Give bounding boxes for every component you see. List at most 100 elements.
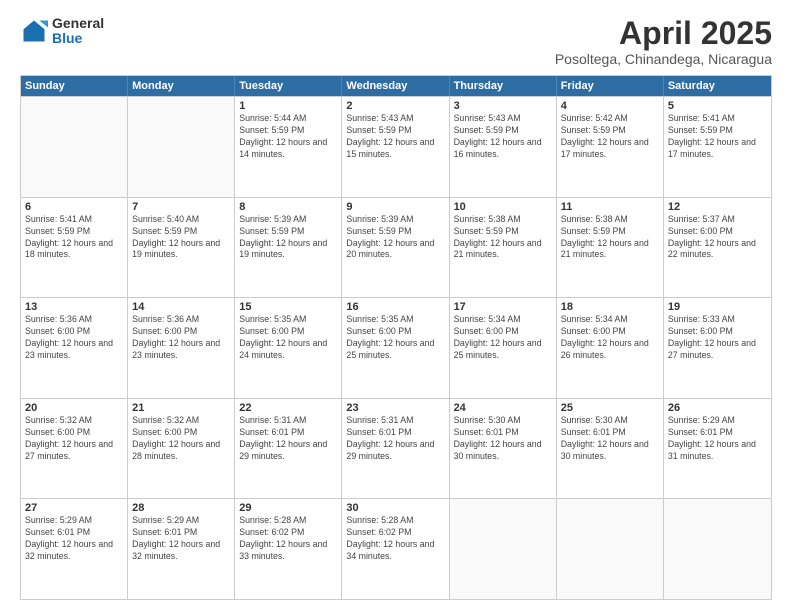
calendar: SundayMondayTuesdayWednesdayThursdayFrid…	[20, 75, 772, 600]
day-info: Sunrise: 5:29 AMSunset: 6:01 PMDaylight:…	[668, 415, 767, 463]
day-info: Sunrise: 5:30 AMSunset: 6:01 PMDaylight:…	[454, 415, 552, 463]
cal-cell-day-21: 21Sunrise: 5:32 AMSunset: 6:00 PMDayligh…	[128, 399, 235, 499]
day-number: 30	[346, 502, 444, 514]
day-number: 11	[561, 201, 659, 213]
day-number: 24	[454, 402, 552, 414]
cal-cell-day-28: 28Sunrise: 5:29 AMSunset: 6:01 PMDayligh…	[128, 499, 235, 599]
cal-cell-day-20: 20Sunrise: 5:32 AMSunset: 6:00 PMDayligh…	[21, 399, 128, 499]
logo-general-text: General	[52, 16, 104, 31]
cal-cell-day-5: 5Sunrise: 5:41 AMSunset: 5:59 PMDaylight…	[664, 97, 771, 197]
day-number: 27	[25, 502, 123, 514]
day-number: 13	[25, 301, 123, 313]
cal-cell-day-18: 18Sunrise: 5:34 AMSunset: 6:00 PMDayligh…	[557, 298, 664, 398]
calendar-body: 1Sunrise: 5:44 AMSunset: 5:59 PMDaylight…	[21, 96, 771, 599]
day-info: Sunrise: 5:30 AMSunset: 6:01 PMDaylight:…	[561, 415, 659, 463]
day-info: Sunrise: 5:29 AMSunset: 6:01 PMDaylight:…	[132, 515, 230, 563]
cal-cell-day-24: 24Sunrise: 5:30 AMSunset: 6:01 PMDayligh…	[450, 399, 557, 499]
cal-header-wednesday: Wednesday	[342, 76, 449, 96]
cal-cell-day-17: 17Sunrise: 5:34 AMSunset: 6:00 PMDayligh…	[450, 298, 557, 398]
cal-cell-day-2: 2Sunrise: 5:43 AMSunset: 5:59 PMDaylight…	[342, 97, 449, 197]
cal-cell-day-9: 9Sunrise: 5:39 AMSunset: 5:59 PMDaylight…	[342, 198, 449, 298]
cal-week-4: 20Sunrise: 5:32 AMSunset: 6:00 PMDayligh…	[21, 398, 771, 499]
day-info: Sunrise: 5:41 AMSunset: 5:59 PMDaylight:…	[25, 214, 123, 262]
cal-cell-empty	[664, 499, 771, 599]
cal-cell-empty	[450, 499, 557, 599]
day-info: Sunrise: 5:35 AMSunset: 6:00 PMDaylight:…	[239, 314, 337, 362]
day-number: 14	[132, 301, 230, 313]
day-info: Sunrise: 5:35 AMSunset: 6:00 PMDaylight:…	[346, 314, 444, 362]
cal-week-5: 27Sunrise: 5:29 AMSunset: 6:01 PMDayligh…	[21, 498, 771, 599]
cal-header-saturday: Saturday	[664, 76, 771, 96]
cal-cell-empty	[21, 97, 128, 197]
day-number: 1	[239, 100, 337, 112]
day-number: 26	[668, 402, 767, 414]
day-info: Sunrise: 5:36 AMSunset: 6:00 PMDaylight:…	[25, 314, 123, 362]
page: General Blue April 2025 Posoltega, China…	[0, 0, 792, 612]
cal-cell-day-14: 14Sunrise: 5:36 AMSunset: 6:00 PMDayligh…	[128, 298, 235, 398]
day-number: 19	[668, 301, 767, 313]
day-number: 3	[454, 100, 552, 112]
cal-cell-day-27: 27Sunrise: 5:29 AMSunset: 6:01 PMDayligh…	[21, 499, 128, 599]
day-number: 22	[239, 402, 337, 414]
day-info: Sunrise: 5:38 AMSunset: 5:59 PMDaylight:…	[561, 214, 659, 262]
day-number: 28	[132, 502, 230, 514]
cal-cell-day-23: 23Sunrise: 5:31 AMSunset: 6:01 PMDayligh…	[342, 399, 449, 499]
cal-cell-day-11: 11Sunrise: 5:38 AMSunset: 5:59 PMDayligh…	[557, 198, 664, 298]
cal-cell-day-13: 13Sunrise: 5:36 AMSunset: 6:00 PMDayligh…	[21, 298, 128, 398]
cal-cell-empty	[128, 97, 235, 197]
cal-cell-day-7: 7Sunrise: 5:40 AMSunset: 5:59 PMDaylight…	[128, 198, 235, 298]
day-info: Sunrise: 5:33 AMSunset: 6:00 PMDaylight:…	[668, 314, 767, 362]
day-number: 9	[346, 201, 444, 213]
cal-week-3: 13Sunrise: 5:36 AMSunset: 6:00 PMDayligh…	[21, 297, 771, 398]
cal-cell-day-8: 8Sunrise: 5:39 AMSunset: 5:59 PMDaylight…	[235, 198, 342, 298]
day-info: Sunrise: 5:37 AMSunset: 6:00 PMDaylight:…	[668, 214, 767, 262]
location-subtitle: Posoltega, Chinandega, Nicaragua	[555, 51, 772, 67]
cal-cell-day-10: 10Sunrise: 5:38 AMSunset: 5:59 PMDayligh…	[450, 198, 557, 298]
logo-blue-text: Blue	[52, 31, 104, 46]
cal-header-sunday: Sunday	[21, 76, 128, 96]
day-info: Sunrise: 5:44 AMSunset: 5:59 PMDaylight:…	[239, 113, 337, 161]
day-info: Sunrise: 5:40 AMSunset: 5:59 PMDaylight:…	[132, 214, 230, 262]
cal-header-monday: Monday	[128, 76, 235, 96]
day-info: Sunrise: 5:43 AMSunset: 5:59 PMDaylight:…	[454, 113, 552, 161]
cal-cell-day-26: 26Sunrise: 5:29 AMSunset: 6:01 PMDayligh…	[664, 399, 771, 499]
day-number: 16	[346, 301, 444, 313]
day-info: Sunrise: 5:39 AMSunset: 5:59 PMDaylight:…	[346, 214, 444, 262]
cal-cell-day-22: 22Sunrise: 5:31 AMSunset: 6:01 PMDayligh…	[235, 399, 342, 499]
day-number: 4	[561, 100, 659, 112]
cal-cell-day-29: 29Sunrise: 5:28 AMSunset: 6:02 PMDayligh…	[235, 499, 342, 599]
day-info: Sunrise: 5:34 AMSunset: 6:00 PMDaylight:…	[454, 314, 552, 362]
day-info: Sunrise: 5:38 AMSunset: 5:59 PMDaylight:…	[454, 214, 552, 262]
day-info: Sunrise: 5:31 AMSunset: 6:01 PMDaylight:…	[346, 415, 444, 463]
cal-cell-day-16: 16Sunrise: 5:35 AMSunset: 6:00 PMDayligh…	[342, 298, 449, 398]
day-number: 5	[668, 100, 767, 112]
day-number: 17	[454, 301, 552, 313]
day-info: Sunrise: 5:31 AMSunset: 6:01 PMDaylight:…	[239, 415, 337, 463]
cal-cell-day-15: 15Sunrise: 5:35 AMSunset: 6:00 PMDayligh…	[235, 298, 342, 398]
day-number: 15	[239, 301, 337, 313]
day-number: 8	[239, 201, 337, 213]
day-number: 20	[25, 402, 123, 414]
day-number: 7	[132, 201, 230, 213]
cal-cell-day-19: 19Sunrise: 5:33 AMSunset: 6:00 PMDayligh…	[664, 298, 771, 398]
cal-header-thursday: Thursday	[450, 76, 557, 96]
cal-week-1: 1Sunrise: 5:44 AMSunset: 5:59 PMDaylight…	[21, 96, 771, 197]
cal-cell-day-30: 30Sunrise: 5:28 AMSunset: 6:02 PMDayligh…	[342, 499, 449, 599]
day-info: Sunrise: 5:34 AMSunset: 6:00 PMDaylight:…	[561, 314, 659, 362]
day-info: Sunrise: 5:41 AMSunset: 5:59 PMDaylight:…	[668, 113, 767, 161]
calendar-header-row: SundayMondayTuesdayWednesdayThursdayFrid…	[21, 76, 771, 96]
cal-cell-day-12: 12Sunrise: 5:37 AMSunset: 6:00 PMDayligh…	[664, 198, 771, 298]
day-number: 6	[25, 201, 123, 213]
cal-cell-day-25: 25Sunrise: 5:30 AMSunset: 6:01 PMDayligh…	[557, 399, 664, 499]
day-number: 21	[132, 402, 230, 414]
title-block: April 2025 Posoltega, Chinandega, Nicara…	[555, 16, 772, 67]
cal-cell-day-4: 4Sunrise: 5:42 AMSunset: 5:59 PMDaylight…	[557, 97, 664, 197]
day-number: 23	[346, 402, 444, 414]
day-number: 25	[561, 402, 659, 414]
day-info: Sunrise: 5:29 AMSunset: 6:01 PMDaylight:…	[25, 515, 123, 563]
day-number: 10	[454, 201, 552, 213]
logo: General Blue	[20, 16, 104, 47]
day-number: 2	[346, 100, 444, 112]
cal-cell-day-6: 6Sunrise: 5:41 AMSunset: 5:59 PMDaylight…	[21, 198, 128, 298]
cal-cell-empty	[557, 499, 664, 599]
